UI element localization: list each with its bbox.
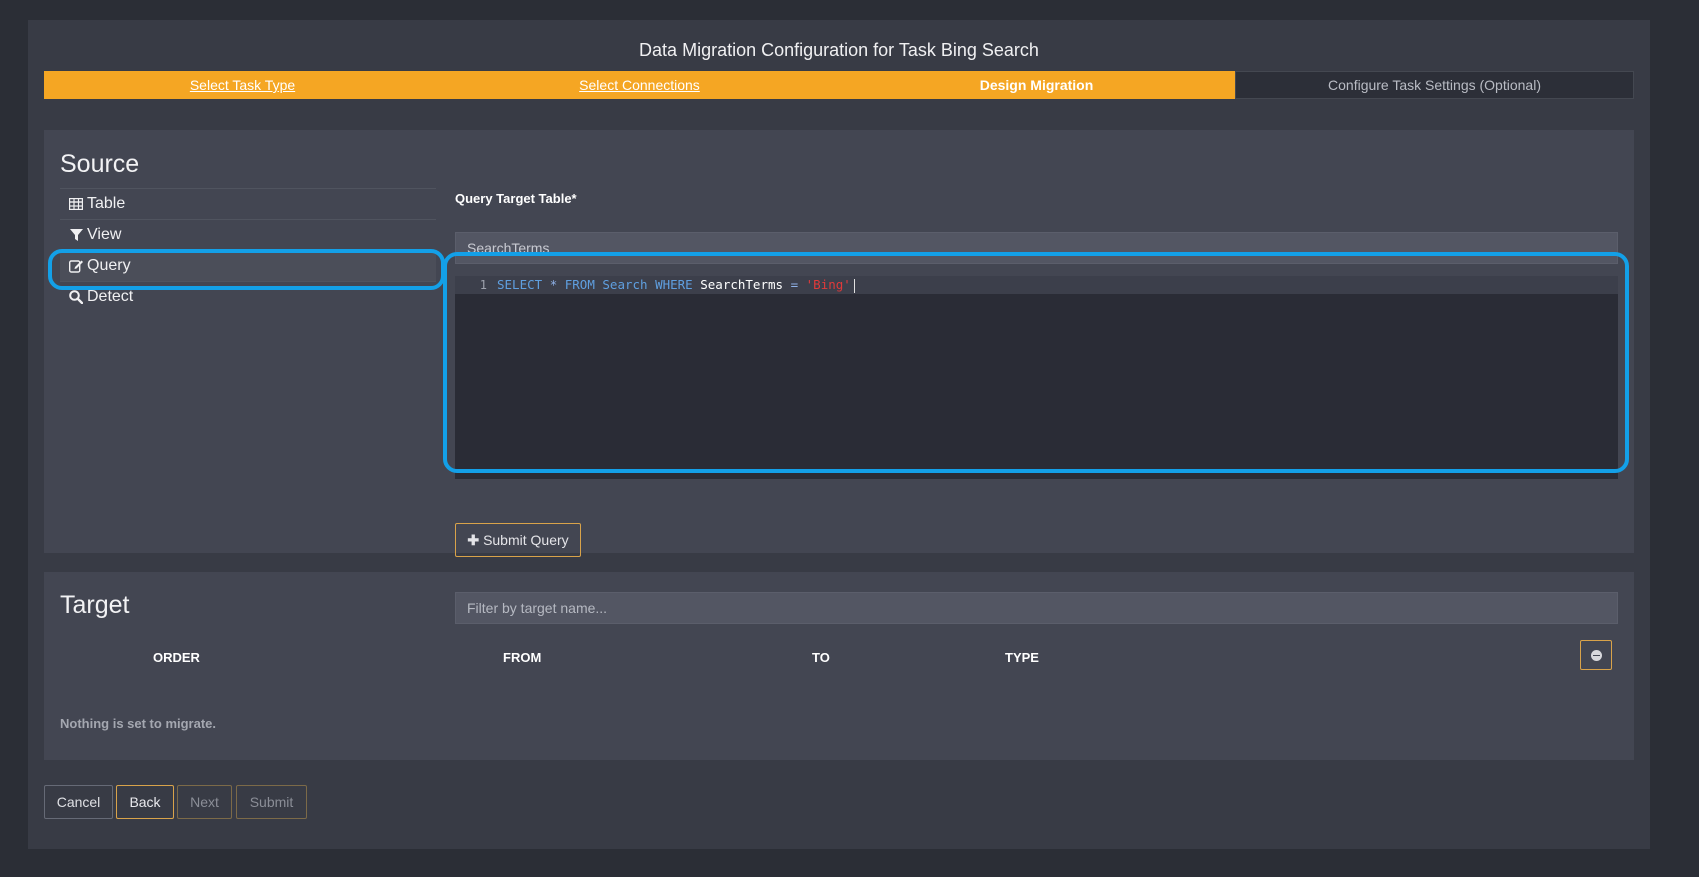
back-button[interactable]: Back [116, 785, 174, 819]
empty-message: Nothing is set to migrate. [60, 716, 217, 731]
table-icon [67, 198, 85, 210]
source-nav-label: Detect [87, 288, 134, 305]
column-header-type: TYPE [1005, 650, 1039, 665]
source-nav-label: Table [87, 195, 126, 212]
source-nav-view[interactable]: View [60, 219, 436, 250]
submit-query-label: Submit Query [483, 532, 569, 548]
next-button[interactable]: Next [177, 785, 232, 819]
source-heading: Source [60, 150, 140, 178]
step-select-task-type[interactable]: Select Task Type [44, 71, 441, 99]
query-editor-highlight [443, 252, 1629, 473]
wizard-steps: Select Task Type Select Connections Desi… [44, 71, 1634, 99]
source-nav-label: View [87, 226, 122, 243]
column-header-from: FROM [503, 650, 542, 665]
filter-icon [67, 228, 85, 242]
minus-circle-icon [1590, 649, 1602, 661]
cancel-button[interactable]: Cancel [44, 785, 113, 819]
target-filter-input[interactable] [455, 592, 1618, 624]
step-select-connections[interactable]: Select Connections [441, 71, 838, 99]
query-nav-highlight [48, 249, 445, 290]
target-heading: Target [60, 591, 130, 619]
submit-query-button[interactable]: ✚ Submit Query [455, 523, 581, 557]
submit-button[interactable]: Submit [236, 785, 307, 819]
query-target-label: Query Target Table* [455, 191, 577, 206]
column-header-to: TO [812, 650, 830, 665]
step-configure-task-settings: Configure Task Settings (Optional) [1235, 71, 1634, 99]
column-header-order: ORDER [153, 650, 200, 665]
step-design-migration: Design Migration [838, 71, 1235, 99]
plus-icon: ✚ [467, 531, 480, 548]
page-title: Data Migration Configuration for Task Bi… [639, 40, 1039, 60]
source-nav-table[interactable]: Table [60, 188, 436, 219]
target-panel: Target ORDER FROM TO TYPE Nothing is set… [44, 572, 1634, 760]
remove-all-button[interactable] [1580, 640, 1612, 670]
search-icon [67, 290, 85, 304]
